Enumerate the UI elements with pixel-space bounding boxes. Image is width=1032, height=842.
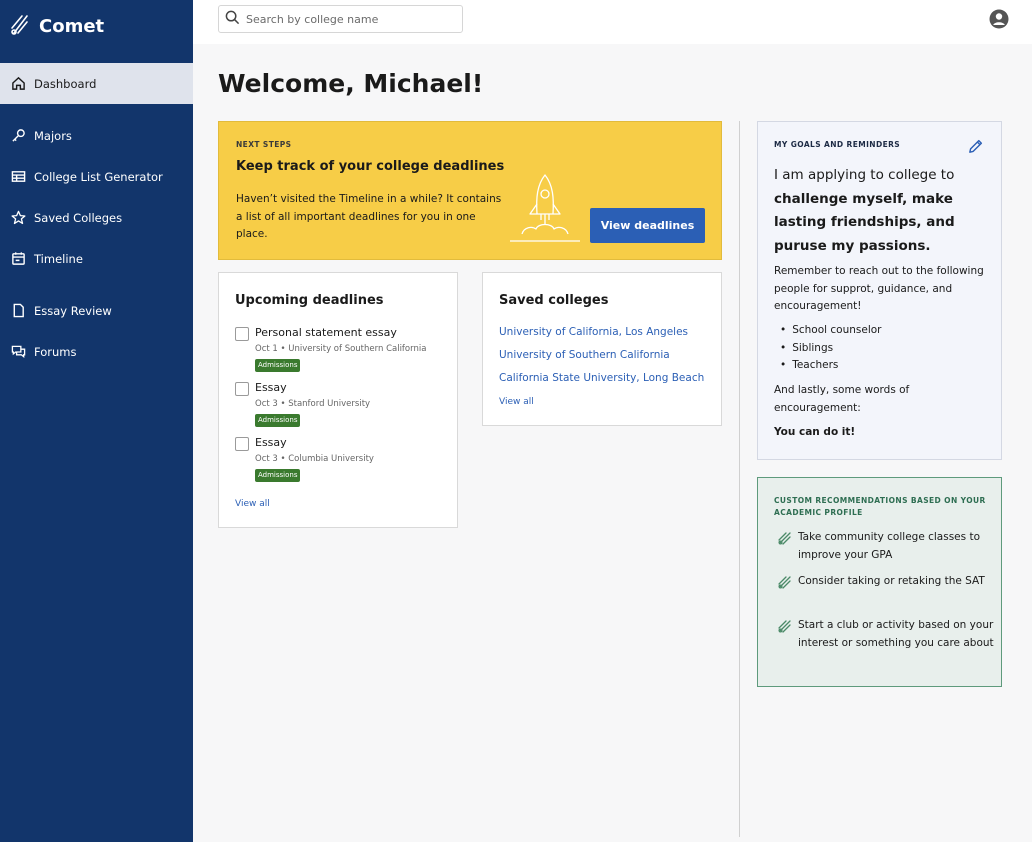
brand[interactable]: Comet: [10, 13, 104, 39]
account-icon[interactable]: [989, 9, 1009, 29]
sidebar-item-label: College List Generator: [34, 169, 163, 184]
sidebar-item-saved-colleges[interactable]: Saved Colleges: [0, 197, 193, 238]
list-item: Siblings: [780, 340, 882, 358]
upcoming-deadlines-card: Upcoming deadlines Personal statement es…: [218, 272, 458, 528]
recommendation-text: Start a club or activity based on your i…: [798, 619, 994, 649]
next-steps-eyebrow: NEXT STEPS: [236, 140, 292, 149]
goals-eyebrow: MY GOALS AND REMINDERS: [774, 140, 901, 149]
home-icon: [10, 76, 26, 92]
saved-college-link[interactable]: University of California, Los Angeles: [499, 326, 688, 338]
calendar-icon: [10, 251, 26, 267]
deadline-checkbox[interactable]: [235, 327, 249, 341]
deadline-meta: Oct 3 • Columbia University: [255, 454, 374, 464]
sidebar-item-timeline[interactable]: Timeline: [0, 238, 193, 279]
sidebar-item-forums[interactable]: Forums: [0, 331, 193, 372]
next-steps-card: NEXT STEPS Keep track of your college de…: [218, 121, 722, 260]
recommendations-eyebrow: CUSTOM RECOMMENDATIONS BASED ON YOUR ACA…: [774, 496, 986, 517]
sidebar-item-majors[interactable]: Majors: [0, 115, 193, 156]
admissions-tag: Admissions: [255, 359, 301, 372]
deadline-checkbox[interactable]: [235, 382, 249, 396]
brand-name: Comet: [39, 15, 105, 37]
support-people-list: School counselor Siblings Teachers: [780, 322, 882, 375]
deadline-checkbox[interactable]: [235, 437, 249, 451]
sidebar: Comet Dashboard Majors College List Gene…: [0, 0, 193, 842]
deadline-name: Essay: [255, 436, 287, 449]
comet-bullet-icon: [778, 574, 792, 593]
sidebar-item-dashboard[interactable]: Dashboard: [0, 63, 193, 104]
next-steps-title: Keep track of your college deadlines: [236, 159, 505, 174]
rocket-illustration-icon: [508, 172, 582, 248]
top-bar: [193, 0, 1032, 44]
recommendation-text: Consider taking or retaking the SAT: [798, 575, 985, 587]
saved-college-link[interactable]: California State University, Long Beach: [499, 372, 704, 384]
sidebar-item-label: Saved Colleges: [34, 210, 123, 225]
goals-card: MY GOALS AND REMINDERS I am applying to …: [757, 121, 1002, 460]
comet-bullet-icon: [778, 618, 792, 637]
sidebar-item-label: Timeline: [34, 251, 83, 266]
goals-statement: I am applying to college to challenge my…: [774, 164, 989, 258]
search-box[interactable]: [218, 5, 463, 33]
sidebar-item-label: Forums: [34, 344, 77, 359]
encouragement-intro: And lastly, some words of encouragement:: [774, 384, 910, 414]
list-item: Teachers: [780, 357, 882, 375]
recommendation-text: Take community college classes to improv…: [798, 531, 980, 561]
key-icon: [10, 128, 26, 144]
pencil-edit-icon[interactable]: [967, 138, 984, 159]
page-title: Welcome, Michael!: [218, 69, 484, 98]
admissions-tag: Admissions: [255, 469, 301, 482]
sidebar-item-label: Essay Review: [34, 303, 112, 318]
search-input[interactable]: [246, 12, 446, 26]
deadline-name: Personal statement essay: [255, 326, 397, 339]
sidebar-item-label: Dashboard: [34, 76, 97, 91]
goals-statement-lead: I am applying to college to: [774, 167, 955, 183]
view-deadlines-button[interactable]: View deadlines: [590, 208, 705, 243]
saved-colleges-view-all-link[interactable]: View all: [499, 397, 534, 407]
sidebar-item-college-list-generator[interactable]: College List Generator: [0, 156, 193, 197]
deadline-meta: Oct 3 • Stanford University: [255, 399, 371, 409]
goals-statement-highlight: challenge myself, make lasting friendshi…: [774, 190, 955, 254]
chat-icon: [10, 344, 26, 360]
reminder-text: Remember to reach out to the following p…: [774, 265, 984, 312]
table-icon: [10, 169, 26, 185]
search-icon: [225, 10, 240, 29]
list-item: School counselor: [780, 322, 881, 340]
sidebar-item-essay-review[interactable]: Essay Review: [0, 290, 193, 331]
next-steps-body: Haven’t visited the Timeline in a while?…: [236, 193, 502, 240]
recommendations-card: CUSTOM RECOMMENDATIONS BASED ON YOUR ACA…: [757, 477, 1002, 687]
deadlines-view-all-link[interactable]: View all: [235, 499, 270, 509]
upcoming-deadlines-title: Upcoming deadlines: [235, 293, 384, 308]
deadline-meta: Oct 1 • University of Southern Californi…: [255, 344, 427, 354]
saved-colleges-title: Saved colleges: [499, 293, 609, 308]
admissions-tag: Admissions: [255, 414, 301, 427]
document-icon: [10, 303, 26, 319]
encouragement-closing: You can do it!: [774, 426, 856, 438]
sidebar-item-label: Majors: [34, 128, 72, 143]
comet-logo-icon: [10, 13, 30, 39]
saved-colleges-card: Saved colleges University of California,…: [482, 272, 722, 426]
column-divider: [739, 121, 740, 837]
star-icon: [10, 210, 26, 226]
saved-college-link[interactable]: University of Southern California: [499, 349, 670, 361]
deadline-name: Essay: [255, 381, 287, 394]
comet-bullet-icon: [778, 530, 792, 549]
